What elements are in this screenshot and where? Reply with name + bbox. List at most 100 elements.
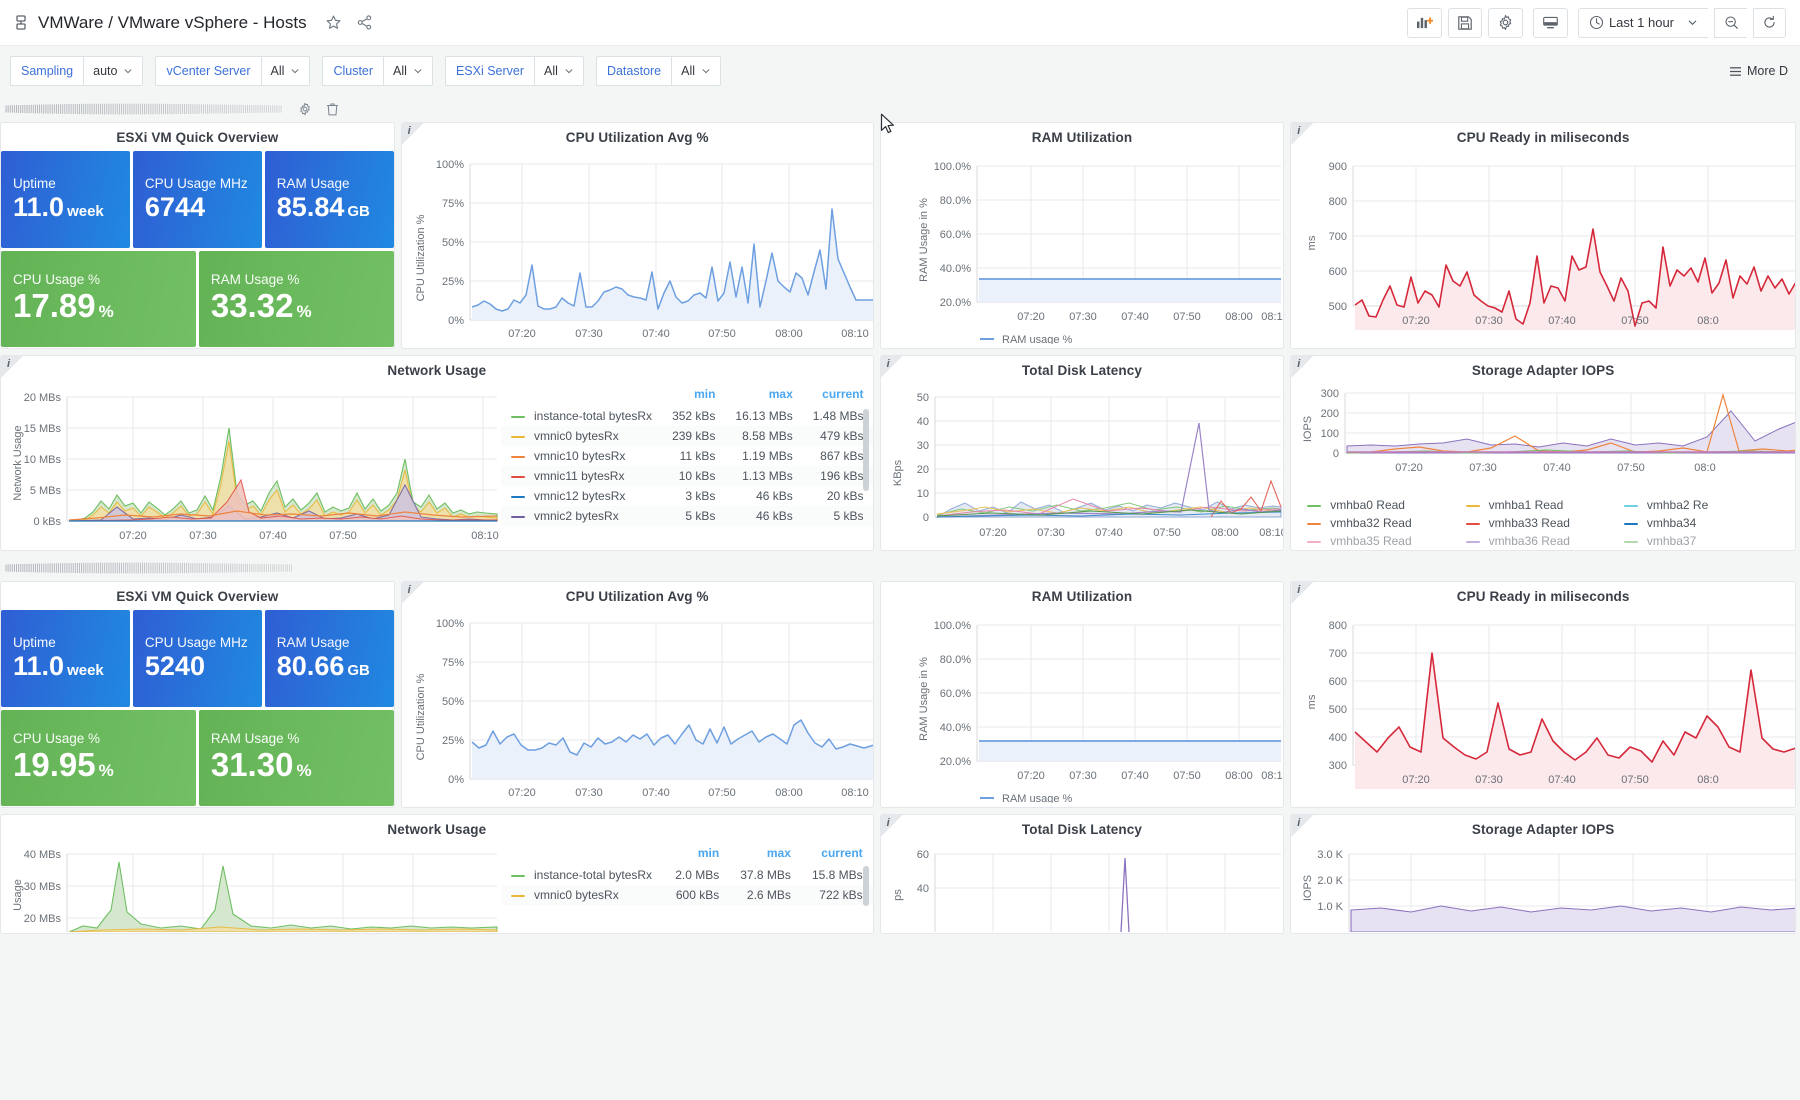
- variable-select-sampling[interactable]: auto: [83, 56, 144, 86]
- variable-label-esxi: ESXi Server: [444, 56, 535, 86]
- stat-uptime[interactable]: Uptime 11.0 week: [1, 610, 130, 707]
- legend-item[interactable]: vmhba0 Read: [1307, 496, 1465, 514]
- network-usage-legend-1[interactable]: min max current instance-total bytesRx 3…: [501, 381, 873, 547]
- series-area: [978, 279, 1281, 302]
- variable-value-esxi: All: [544, 64, 558, 78]
- stat-ram-usage-pct[interactable]: RAM Usage % 31.30%: [198, 709, 394, 806]
- variable-select-esxi[interactable]: All: [534, 56, 584, 86]
- storage-iops-chart-2[interactable]: 3.0 K 2.0 K 1.0 K IOPS: [1291, 840, 1796, 933]
- share-icon[interactable]: [356, 14, 373, 31]
- variable-select-cluster[interactable]: All: [383, 56, 433, 86]
- svg-text:07:20: 07:20: [508, 328, 536, 340]
- row-delete-trash-icon[interactable]: [326, 102, 340, 116]
- stat-cpu-usage-pct[interactable]: CPU Usage % 19.95%: [1, 709, 196, 806]
- ram-utilization-chart-2[interactable]: 100.0% 80.0% 60.0% 40.0% 20.0% RAM Usage…: [881, 607, 1285, 805]
- legend-col-min[interactable]: min: [662, 385, 725, 406]
- save-dashboard-button[interactable]: [1447, 7, 1482, 38]
- legend-item[interactable]: vmhba36 Read: [1465, 532, 1624, 550]
- stat-ram-usage[interactable]: RAM Usage 80.66 GB: [264, 610, 394, 707]
- time-range-picker[interactable]: Last 1 hour: [1577, 7, 1708, 38]
- stat-ram-usage[interactable]: RAM Usage 85.84 GB: [264, 151, 394, 248]
- legend-row[interactable]: vmnic10 bytesRx 11 kBs 1.19 MBs 867 kBs: [501, 446, 873, 466]
- zoom-out-button[interactable]: [1714, 7, 1747, 38]
- legend-item[interactable]: vmhba33 Read: [1465, 514, 1624, 532]
- legend-row[interactable]: instance-total bytesRx 352 kBs 16.13 MBs…: [501, 406, 873, 426]
- legend-item[interactable]: vmhba37: [1623, 532, 1782, 550]
- legend-item[interactable]: vmhba2 Re: [1623, 496, 1782, 514]
- svg-text:800: 800: [1329, 620, 1347, 632]
- variables-bar: Sampling auto vCenter Server All Cluster…: [0, 46, 1800, 96]
- svg-text:0 kBs: 0 kBs: [33, 516, 61, 528]
- svg-text:08:0: 08:0: [1695, 462, 1716, 474]
- cpu-utilization-chart-2[interactable]: 100% 75% 50% 25% 0% CPU Utilization % 07…: [402, 607, 874, 803]
- row-settings-gear-icon[interactable]: [298, 102, 312, 116]
- dashboard-settings-button[interactable]: [1487, 7, 1523, 38]
- y-axis-title: ms: [1306, 235, 1318, 250]
- legend-item[interactable]: vmhba35 Read: [1307, 532, 1465, 550]
- variable-select-vcenter[interactable]: All: [260, 56, 311, 86]
- row-separator-1[interactable]: [0, 96, 1800, 122]
- x-axis-ticks: 07:20 07:30 07:40 07:50 08:00 08:10: [508, 328, 869, 340]
- legend-row[interactable]: instance-total bytesRx 2.0 MBs 37.8 MBs …: [501, 865, 873, 885]
- storage-iops-legend-1[interactable]: vmhba0 Read vmhba1 Read vmhba2 Re vmhba3…: [1291, 494, 1795, 550]
- legend-scrollbar[interactable]: [862, 409, 869, 491]
- legend-col-max[interactable]: max: [729, 844, 801, 865]
- y-axis-title: RAM Usage in %: [918, 198, 930, 282]
- toolbar-actions: Last 1 hour: [1406, 7, 1786, 38]
- svg-text:07:50: 07:50: [1153, 527, 1181, 539]
- cpu-ready-chart-1[interactable]: 900 800 700 600 500 ms 07:20 07:30 07:40…: [1291, 148, 1796, 344]
- stat-uptime[interactable]: Uptime 11.0 week: [1, 151, 130, 248]
- legend-row[interactable]: vmnic11 bytesRx 10 kBs 1.13 MBs 196 kBs: [501, 466, 873, 486]
- svg-text:40 MBs: 40 MBs: [24, 849, 62, 861]
- y-axis-title: IOPS: [1302, 416, 1314, 442]
- svg-text:07:30: 07:30: [575, 328, 603, 340]
- legend-row[interactable]: vmnic0 bytesRx 600 kBs 2.6 MBs 722 kBs: [501, 885, 873, 905]
- svg-text:07:50: 07:50: [1622, 774, 1650, 786]
- svg-text:07:30: 07:30: [189, 530, 217, 542]
- top-navbar: VMWare / VMware vSphere - Hosts Last 1 h…: [0, 0, 1800, 46]
- svg-text:07:40: 07:40: [642, 787, 670, 799]
- svg-text:0%: 0%: [448, 774, 464, 786]
- stat-cpu-usage-mhz[interactable]: CPU Usage MHz 5240: [132, 610, 262, 707]
- svg-text:15 MBs: 15 MBs: [24, 423, 62, 435]
- add-panel-button[interactable]: [1406, 7, 1442, 38]
- row-separator-2[interactable]: [0, 555, 1800, 581]
- legend-row[interactable]: vmnic12 bytesRx 3 kBs 46 kBs 20 kBs: [501, 486, 873, 506]
- chevron-down-icon: [414, 69, 422, 74]
- legend-scrollbar[interactable]: [862, 866, 869, 906]
- network-usage-chart-1[interactable]: 20 MBs 15 MBs 10 MBs 5 MBs 0 kBs Network…: [1, 381, 501, 547]
- refresh-button[interactable]: [1753, 7, 1786, 38]
- legend-row[interactable]: vmnic0 bytesRx 239 kBs 8.58 MBs 479 kBs: [501, 426, 873, 446]
- svg-text:07:30: 07:30: [1037, 527, 1065, 539]
- cpu-ready-chart-2[interactable]: 800 700 600 500 400 300 ms 07:20 07:30 0…: [1291, 607, 1796, 803]
- more-dashboards-link[interactable]: More D: [1729, 64, 1790, 78]
- variable-select-datastore[interactable]: All: [671, 56, 722, 86]
- legend-col-current[interactable]: current: [801, 844, 873, 865]
- stat-cpu-usage-mhz[interactable]: CPU Usage MHz 6744: [132, 151, 262, 248]
- cpu-utilization-chart-1[interactable]: 100% 75% 50% 25% 0% CPU Utilization % 07…: [402, 148, 874, 344]
- star-icon[interactable]: [325, 14, 342, 31]
- ram-utilization-chart-1[interactable]: 100.0% 80.0% 60.0% 40.0% 20.0% RAM Usage…: [881, 148, 1285, 346]
- stat-ram-usage-pct[interactable]: RAM Usage % 33.32%: [198, 250, 394, 347]
- storage-iops-chart-1[interactable]: 300 200 100 0 IOPS 07:20 07:30 07:40 07:…: [1291, 381, 1796, 489]
- legend-col-min[interactable]: min: [664, 844, 729, 865]
- network-usage-chart-2[interactable]: 40 MBs 30 MBs 20 MBs Usage: [1, 840, 501, 932]
- tv-mode-button[interactable]: [1532, 7, 1568, 38]
- stat-cpu-usage-pct[interactable]: CPU Usage % 17.89%: [1, 250, 196, 347]
- legend-item[interactable]: vmhba1 Read: [1465, 496, 1624, 514]
- network-usage-legend-2[interactable]: min max current instance-total bytesRx 2…: [501, 840, 873, 932]
- legend-col-current[interactable]: current: [803, 385, 873, 406]
- legend-col-max[interactable]: max: [725, 385, 802, 406]
- gridlines: [1352, 624, 1796, 766]
- svg-text:30 MBs: 30 MBs: [24, 881, 62, 893]
- variable-value-vcenter: All: [270, 64, 285, 78]
- disk-latency-chart-2[interactable]: 60 40 ps: [881, 840, 1285, 933]
- disk-latency-chart-1[interactable]: 50 40 30 20 10 0 KBps 07:20 07:30 07:40 …: [881, 381, 1285, 547]
- stat-tiles: Uptime 11.0 week CPU Usage MHz 5240 RAM U…: [1, 607, 394, 806]
- legend-item[interactable]: vmhba34: [1623, 514, 1782, 532]
- variable-datastore: Datastore All: [595, 56, 722, 86]
- legend-row[interactable]: vmnic2 bytesRx 5 kBs 46 kBs 5 kBs: [501, 506, 873, 526]
- panel-title: Storage Adapter IOPS: [1471, 363, 1615, 378]
- svg-text:08:0: 08:0: [1698, 315, 1719, 327]
- legend-item[interactable]: vmhba32 Read: [1307, 514, 1465, 532]
